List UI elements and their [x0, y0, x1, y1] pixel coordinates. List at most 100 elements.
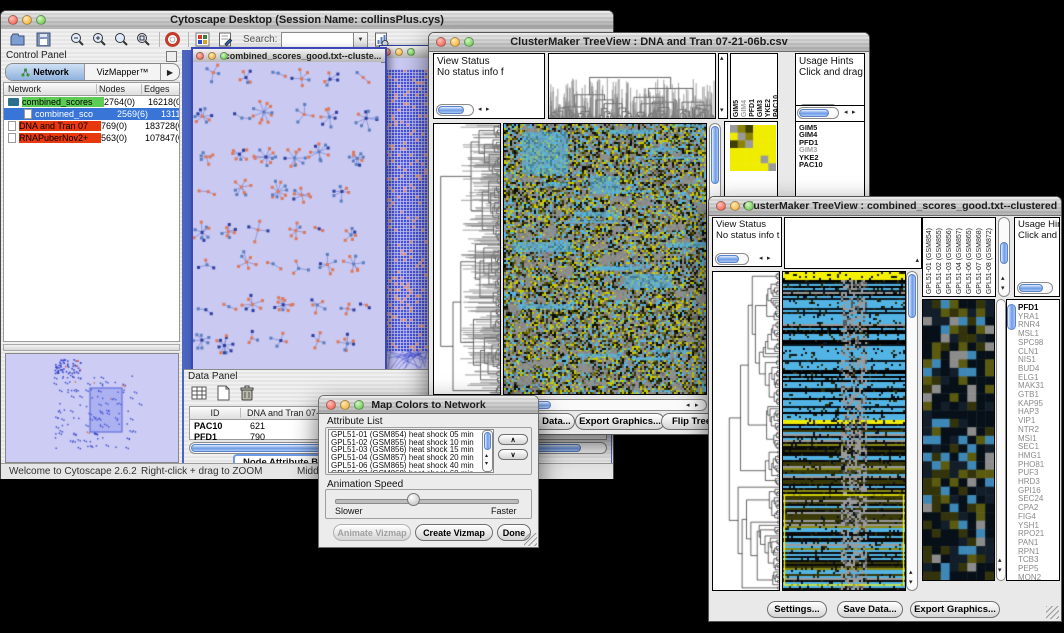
scroll-left-icon[interactable]: ◂ [844, 108, 848, 118]
network-frame[interactable]: combined_scores_good.txt--cluste... [191, 47, 387, 383]
network-canvas[interactable] [193, 62, 381, 377]
minimize-icon[interactable] [22, 15, 32, 25]
attribute-list[interactable]: GPL51-01 (GSM854) heat shock 05 minGPL51… [328, 429, 494, 473]
scroll-right-icon[interactable]: ▸ [852, 108, 856, 118]
zoom-out-icon[interactable] [69, 31, 86, 48]
new-attribute-icon[interactable] [214, 384, 232, 402]
back-frame-window-controls[interactable] [383, 48, 415, 56]
scroll-up-icon[interactable]: ▴ [720, 54, 724, 64]
scroll-down-icon[interactable]: ▾ [720, 106, 724, 116]
network-table-header[interactable]: Network Nodes Edges [4, 83, 179, 96]
search-input[interactable] [281, 32, 355, 48]
open-file-icon[interactable] [9, 31, 26, 48]
close-icon[interactable] [716, 201, 726, 211]
resize-grip[interactable] [1046, 606, 1059, 619]
zoom-selected-icon[interactable] [135, 31, 152, 48]
zoom-window-icon[interactable] [354, 400, 364, 410]
window-controls[interactable] [326, 400, 364, 410]
network-list-row[interactable]: combined_sco2569(6)13112(15) [4, 108, 179, 120]
move-down-button[interactable]: ∨ [498, 449, 528, 460]
main-titlebar[interactable]: Cytoscape Desktop (Session Name: collins… [1, 11, 613, 30]
resize-grip[interactable] [524, 533, 537, 546]
zoom-window-icon[interactable] [407, 48, 415, 56]
column-dendrogram-panel[interactable] [548, 53, 716, 119]
dialog-titlebar[interactable]: Map Colors to Network [319, 396, 538, 414]
treeview2-titlebar[interactable]: ClusterMaker TreeView : combined_scores_… [709, 197, 1061, 216]
column-labels-vscrollbar[interactable]: ▴ ▾ [998, 217, 1010, 297]
animate-vizmap-button[interactable]: Animate Vizmap [333, 524, 411, 541]
close-icon[interactable] [8, 15, 18, 25]
row-dendrogram-panel[interactable] [433, 123, 501, 395]
scroll-down-icon[interactable]: ▾ [1001, 284, 1005, 294]
zoom-fit-icon[interactable] [113, 31, 130, 48]
close-icon[interactable] [326, 400, 336, 410]
vizmapper-icon[interactable] [194, 31, 211, 48]
animation-slider-thumb[interactable] [407, 493, 420, 506]
scroll-up-icon[interactable]: ▴ [1001, 274, 1005, 284]
zoom-vscrollbar[interactable]: ▴ ▾ [996, 299, 1006, 581]
scroll-left-icon[interactable]: ◂ [759, 254, 763, 264]
zoom-in-icon[interactable] [91, 31, 108, 48]
scroll-right-icon[interactable]: ▸ [695, 401, 699, 411]
save-data-button[interactable]: Save Data... [837, 601, 903, 618]
settings-button[interactable]: Settings... [767, 601, 827, 618]
export-graphics-button[interactable]: Export Graphics... [575, 413, 665, 430]
animation-slider-track[interactable] [335, 499, 519, 504]
dendrogram-scroll-strip[interactable]: ▴ ▾ [718, 53, 728, 119]
export-graphics-button[interactable]: Export Graphics... [910, 601, 1000, 618]
column-dendrogram-panel[interactable]: ▴ [784, 217, 922, 269]
labels-hscrollbar[interactable] [797, 107, 839, 119]
scroll-left-icon[interactable]: ◂ [686, 401, 690, 411]
scroll-right-icon[interactable]: ▸ [767, 254, 771, 264]
zoom-window-icon[interactable] [36, 15, 46, 25]
close-icon[interactable] [196, 52, 204, 60]
treeview1-titlebar[interactable]: ClusterMaker TreeView : DNA and Tran 07-… [429, 33, 869, 52]
move-up-button[interactable]: ∧ [498, 434, 528, 445]
panel-splitter[interactable] [3, 344, 180, 351]
heatmap-panel[interactable] [503, 123, 707, 395]
minimize-icon[interactable] [730, 201, 740, 211]
window-controls[interactable] [8, 15, 46, 25]
delete-attribute-icon[interactable] [238, 384, 256, 402]
scroll-right-icon[interactable]: ▸ [486, 105, 490, 115]
window-controls[interactable] [716, 201, 754, 211]
scroll-up-icon[interactable]: ▴ [915, 256, 919, 266]
gene-label[interactable]: PAC10 [799, 161, 823, 168]
gene-list-panel[interactable]: PFD1YRA1RNR4MSL1SPC98CLN1NIS1BUD4ELG1MAK… [1006, 299, 1060, 581]
gene-list-vscrollbar[interactable] [1007, 300, 1017, 580]
status-hscrollbar[interactable] [715, 253, 749, 265]
close-icon[interactable] [436, 37, 446, 47]
scroll-down-icon[interactable]: ▾ [909, 578, 913, 588]
scroll-up-icon[interactable]: ▴ [998, 556, 1002, 566]
row-dendrogram-panel[interactable] [712, 271, 780, 591]
hints-hscrollbar[interactable] [1017, 282, 1053, 294]
window-controls[interactable] [436, 37, 474, 47]
minimize-icon[interactable] [208, 52, 216, 60]
attribute-select-icon[interactable] [190, 384, 208, 402]
zoom-heatmap-panel[interactable] [922, 299, 995, 581]
search-dropdown-button[interactable]: ▼ [353, 32, 368, 48]
birdseye-view[interactable] [5, 353, 179, 463]
scroll-up-icon[interactable]: ▴ [909, 568, 913, 578]
minimize-icon[interactable] [395, 48, 403, 56]
network-list-row[interactable]: RNAPuberNov2+563(0)107847(0) [4, 132, 179, 144]
save-icon[interactable] [35, 31, 52, 48]
tab-network[interactable]: Network [6, 64, 85, 80]
help-lifesaver-icon[interactable] [164, 31, 181, 48]
zoom-window-icon[interactable] [220, 52, 228, 60]
scroll-left-icon[interactable]: ◂ [478, 105, 482, 115]
global-vscrollbar[interactable]: ▴ ▾ [906, 271, 918, 591]
annotation-icon[interactable] [217, 31, 234, 48]
network-list-row[interactable]: combined_scores2764(0)16218(0) [4, 96, 179, 108]
attribute-item[interactable]: GPL51-07 (GSM868) heat shock 60 min [329, 470, 493, 473]
status-hscrollbar[interactable] [436, 104, 474, 116]
float-panel-icon[interactable] [166, 51, 177, 62]
minimize-icon[interactable] [340, 400, 350, 410]
attribute-list-vscrollbar[interactable]: ▴ ▾ [482, 430, 493, 472]
create-vizmap-button[interactable]: Create Vizmap [415, 524, 493, 541]
minimize-icon[interactable] [450, 37, 460, 47]
network-list-row[interactable]: DNA and Tran 07769(0)183728(0) [4, 120, 179, 132]
scroll-down-icon[interactable]: ▾ [485, 459, 488, 469]
zoom-window-icon[interactable] [744, 201, 754, 211]
frame-window-controls[interactable] [196, 52, 228, 60]
